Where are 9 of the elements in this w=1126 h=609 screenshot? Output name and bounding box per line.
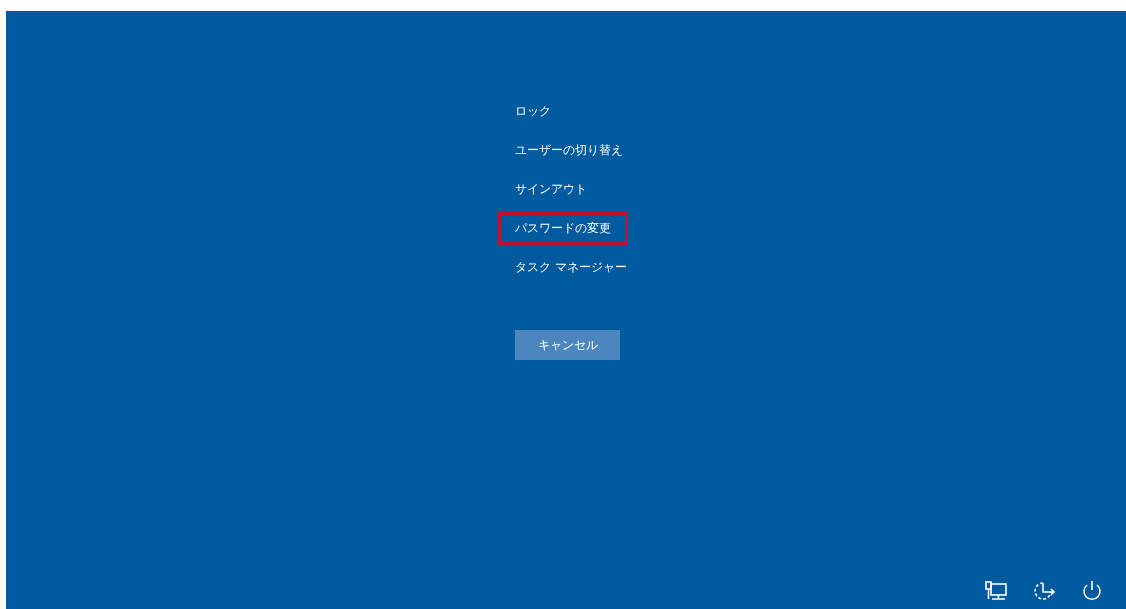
menu-item[interactable]: ロック	[498, 95, 568, 128]
menu-item[interactable]: ユーザーの切り替え	[498, 134, 640, 167]
menu-item[interactable]: サインアウト	[498, 173, 604, 206]
menu-item[interactable]: パスワードの変更	[498, 212, 628, 245]
cancel-button[interactable]: キャンセル	[515, 330, 620, 360]
network-icon[interactable]	[984, 579, 1008, 603]
power-icon[interactable]	[1080, 579, 1104, 603]
accessibility-icon[interactable]	[1032, 579, 1056, 603]
menu-item[interactable]: タスク マネージャー	[498, 251, 644, 284]
